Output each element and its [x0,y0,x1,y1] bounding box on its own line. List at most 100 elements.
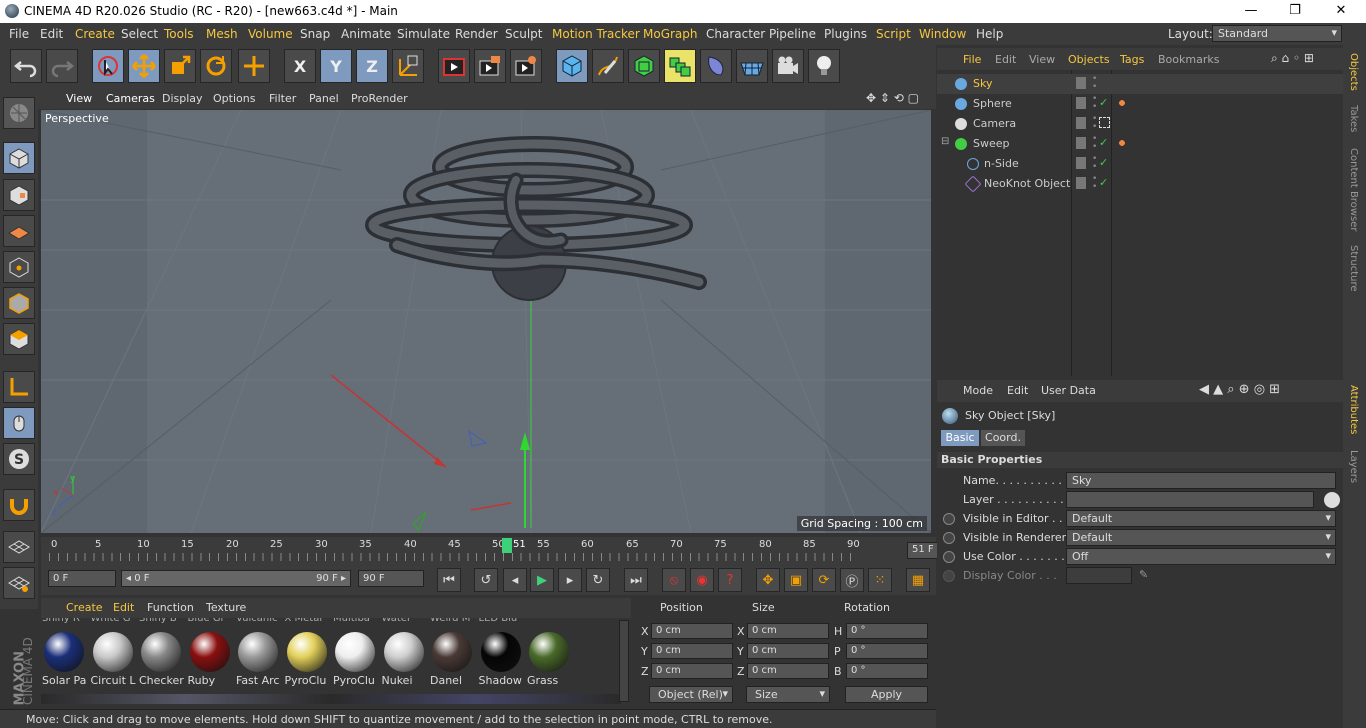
menu-simulate[interactable]: Simulate [397,27,450,41]
layer-swatch[interactable] [1076,157,1086,169]
visibility-dots-icon[interactable]: • • [1092,135,1097,152]
size-z-field[interactable]: 0 cm [747,663,829,679]
x-axis-lock-button[interactable]: X [284,49,316,83]
object-name[interactable]: NeoKnot Object [984,177,1070,190]
animate-radio-icon[interactable] [943,532,955,544]
layout-dropdown[interactable]: Standard [1212,25,1342,42]
menu-plugins[interactable]: Plugins [824,27,867,41]
object-name[interactable]: Camera [973,117,1016,130]
enabled-check-icon[interactable]: ✓ [1099,156,1108,169]
solo-mode-icon[interactable]: S [3,443,35,475]
deformer-icon[interactable] [700,49,732,83]
material-menu-create[interactable]: Create [66,601,103,614]
objects-menu-objects[interactable]: Objects [1068,53,1110,66]
recent-tool-icon[interactable] [238,49,270,83]
undo-icon[interactable] [10,49,42,83]
restore-button[interactable]: ❐ [1272,0,1318,23]
tab-objects[interactable]: Objects [1348,53,1359,91]
3d-viewport[interactable]: y x z Perspective Grid Spacing : 100 cm [41,110,931,533]
z-axis-lock-button[interactable]: Z [356,49,388,83]
material-swatch[interactable]: Ruby [188,630,233,688]
position-z-field[interactable]: 0 cm [651,663,733,679]
rotation-p-field[interactable]: 0 ° [846,643,928,659]
menu-create[interactable]: Create [75,27,115,41]
move-tool-icon[interactable] [128,49,160,83]
viewport-menu-prorender[interactable]: ProRender [351,92,408,105]
tab-structure[interactable]: Structure [1348,245,1359,292]
record-position-icon[interactable]: ✥ [756,568,780,592]
make-editable-icon[interactable] [3,97,35,129]
material-menu-function[interactable]: Function [147,601,194,614]
object-row[interactable]: Camera • • [937,114,1343,134]
rotate-tool-icon[interactable] [200,49,232,83]
keyframe-selection-icon[interactable]: ? [718,568,742,592]
planar-workplane-icon[interactable] [3,567,35,599]
rotation-b-field[interactable]: 0 ° [846,663,928,679]
cloner-icon[interactable] [664,49,696,83]
material-swatch[interactable]: Danel [430,630,475,688]
model-mode-icon[interactable] [3,142,35,174]
material-label-clipped[interactable]: Multiba [333,618,379,624]
object-name[interactable]: Sky [973,77,992,90]
tweak-mode-icon[interactable] [3,407,35,439]
points-mode-icon[interactable] [3,251,35,283]
objects-menu-tags[interactable]: Tags [1120,53,1144,66]
menu-render[interactable]: Render [455,27,498,41]
coordinate-mode-dropdown[interactable]: Object (Rel) [649,686,733,703]
playhead-marker[interactable] [502,538,512,553]
menu-select[interactable]: Select [121,27,158,41]
attribute-navigation-icons[interactable]: ◀ ▲ ⌕ ⊕ ◎ ⊞ [1199,382,1280,397]
material-tag-icon[interactable] [1117,138,1127,148]
attr-layer-field[interactable] [1066,491,1314,508]
menu-snap[interactable]: Snap [300,27,330,41]
size-x-field[interactable]: 0 cm [747,623,829,639]
object-row[interactable]: n-Side • • ✓ [937,154,1343,174]
menu-script[interactable]: Script [876,27,911,41]
protection-tag-icon[interactable] [1099,117,1110,128]
timeline-ruler[interactable]: 0 5 10 15 20 25 30 35 40 45 50 55 60 65 … [41,537,971,565]
menu-help[interactable]: Help [976,27,1003,41]
menu-character[interactable]: Character [706,27,765,41]
viewport-menu-filter[interactable]: Filter [269,92,296,105]
object-row[interactable]: NeoKnot Object • • ✓ [937,174,1343,194]
end-frame-field[interactable]: 90 F [358,570,424,587]
menu-window[interactable]: Window [919,27,966,41]
apply-button[interactable]: Apply [845,686,928,703]
material-label-clipped[interactable]: Vulcanic [236,618,282,624]
attributes-menu-user-data[interactable]: User Data [1041,384,1096,397]
subdivision-surface-icon[interactable] [628,49,660,83]
viewport-menu-display[interactable]: Display [162,92,203,105]
coordinate-system-icon[interactable] [392,49,424,83]
go-to-end-icon[interactable]: ⏭ [624,568,648,592]
cube-object-icon[interactable] [556,49,588,83]
size-mode-dropdown[interactable]: Size [746,686,830,703]
animate-radio-icon[interactable] [943,513,955,525]
material-tag-icon[interactable] [1117,98,1127,108]
pen-spline-icon[interactable] [592,49,624,83]
material-swatch[interactable]: PyroClu [333,630,378,688]
viewport-navigation-icons[interactable]: ✥ ⇕ ⟲ ▢ [866,91,919,105]
material-swatch[interactable]: Checker [139,630,184,688]
material-label-clipped[interactable]: X Metal [285,618,331,624]
workplane-mode-icon[interactable] [3,215,35,247]
close-button[interactable]: ✕ [1318,0,1364,23]
enabled-check-icon[interactable]: ✓ [1099,96,1108,109]
redo-icon[interactable] [46,49,78,83]
material-label-clipped[interactable]: Water [382,618,428,624]
objects-menu-view[interactable]: View [1029,53,1055,66]
previous-keyframe-icon[interactable]: ↺ [474,568,498,592]
camera-object-icon[interactable] [772,49,804,83]
menu-mograph[interactable]: MoGraph [643,27,698,41]
light-object-icon[interactable] [808,49,840,83]
live-selection-icon[interactable] [92,49,124,83]
play-forward-icon[interactable]: ▶ [530,568,554,592]
visible-in-editor-dropdown[interactable]: Default [1066,510,1336,527]
layer-pick-icon[interactable] [1324,492,1340,508]
menu-file[interactable]: File [9,27,29,41]
material-scrollbar[interactable] [619,620,629,702]
menu-motion-tracker[interactable]: Motion Tracker [552,27,640,41]
objects-menu-bookmarks[interactable]: Bookmarks [1158,53,1219,66]
menu-edit[interactable]: Edit [40,27,63,41]
material-label-clipped[interactable]: Weird M [430,618,476,624]
preview-range-slider[interactable]: ◂ 0 F 90 F ▸ [121,570,351,587]
